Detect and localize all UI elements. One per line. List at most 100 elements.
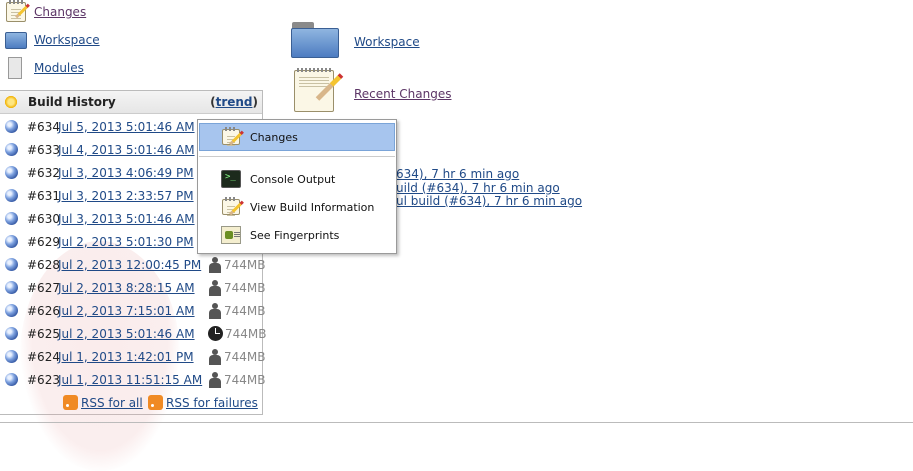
build-row: #627 Jul 2, 2013 8:28:15 AM 744MB bbox=[0, 276, 266, 299]
menu-item-changes[interactable]: Changes bbox=[199, 123, 395, 151]
build-date-link[interactable]: Jul 2, 2013 5:01:46 AM bbox=[58, 327, 195, 341]
terminal-icon bbox=[220, 169, 242, 189]
build-number: #634 bbox=[27, 119, 60, 134]
fingerprint-icon bbox=[220, 225, 242, 245]
build-row: #626 Jul 2, 2013 7:15:01 AM 744MB bbox=[0, 299, 266, 322]
build-number: #630 bbox=[27, 211, 60, 226]
footer-divider bbox=[0, 422, 913, 423]
blue-ball-status-icon bbox=[5, 166, 18, 179]
build-size: 744MB bbox=[224, 349, 266, 364]
build-trailer: 744MB bbox=[208, 256, 266, 273]
task-changes[interactable]: Changes bbox=[4, 0, 86, 24]
build-history-header: Build History (trend) bbox=[0, 91, 262, 114]
blue-ball-status-icon bbox=[5, 258, 18, 271]
menu-item-changes-label: Changes bbox=[250, 130, 298, 144]
rss-all-link[interactable]: RSS for all bbox=[63, 395, 143, 410]
menu-item-see-fingerprints[interactable]: See Fingerprints bbox=[199, 221, 395, 249]
workspace-folder-icon[interactable] bbox=[290, 16, 340, 64]
build-number: #632 bbox=[27, 165, 60, 180]
build-date-link[interactable]: Jul 2, 2013 5:01:30 PM bbox=[58, 235, 194, 249]
build-size: 744MB bbox=[224, 303, 266, 318]
build-trailer: 744MB bbox=[208, 371, 266, 388]
build-number: #625 bbox=[27, 326, 60, 341]
task-workspace-label[interactable]: Workspace bbox=[34, 33, 100, 47]
blue-ball-status-icon bbox=[5, 235, 18, 248]
build-date-link[interactable]: Jul 3, 2013 4:06:49 PM bbox=[58, 166, 194, 180]
build-trailer: 744MB bbox=[208, 348, 266, 365]
rss-icon bbox=[148, 395, 163, 410]
permalink-last-build[interactable]: 634), 7 hr 6 min ago bbox=[396, 167, 519, 181]
build-trailer: 744MB bbox=[208, 279, 266, 296]
blue-ball-status-icon bbox=[5, 327, 18, 340]
build-number: #623 bbox=[27, 372, 60, 387]
build-date-link[interactable]: Jul 1, 2013 11:51:15 AM bbox=[58, 373, 202, 387]
menu-item-see-fingerprints-label: See Fingerprints bbox=[250, 228, 340, 242]
user-icon bbox=[208, 256, 222, 273]
build-date-link[interactable]: Jul 1, 2013 1:42:01 PM bbox=[58, 350, 194, 364]
blue-ball-status-icon bbox=[5, 189, 18, 202]
sun-icon bbox=[4, 95, 18, 109]
build-date-link[interactable]: Jul 4, 2013 5:01:46 AM bbox=[58, 143, 195, 157]
build-number: #631 bbox=[27, 188, 60, 203]
build-row: #624 Jul 1, 2013 1:42:01 PM 744MB bbox=[0, 345, 266, 368]
build-size: 744MB bbox=[225, 326, 267, 341]
main-workspace-link[interactable]: Workspace bbox=[354, 35, 420, 49]
recent-changes-notepad-icon[interactable] bbox=[290, 66, 344, 114]
build-date-link[interactable]: Jul 5, 2013 5:01:46 AM bbox=[58, 120, 195, 134]
rss-icon bbox=[63, 395, 78, 410]
user-icon bbox=[208, 371, 222, 388]
build-size: 744MB bbox=[224, 257, 266, 272]
blue-ball-status-icon bbox=[5, 120, 18, 133]
build-date-link[interactable]: Jul 2, 2013 8:28:15 AM bbox=[58, 281, 195, 295]
blue-ball-status-icon bbox=[5, 304, 18, 317]
build-row: #625 Jul 2, 2013 5:01:46 AM 744MB bbox=[0, 322, 267, 345]
build-date-link[interactable]: Jul 2, 2013 12:00:45 PM bbox=[58, 258, 201, 272]
build-date-link[interactable]: Jul 3, 2013 5:01:46 AM bbox=[58, 212, 195, 226]
notepad-icon bbox=[4, 0, 30, 24]
trend-link-wrapper: (trend) bbox=[210, 95, 258, 109]
build-date-link[interactable]: Jul 2, 2013 7:15:01 AM bbox=[58, 304, 195, 318]
build-row: #623 Jul 1, 2013 11:51:15 AM 744MB bbox=[0, 368, 266, 391]
menu-separator bbox=[199, 156, 395, 157]
task-modules[interactable]: Modules bbox=[4, 56, 84, 80]
build-date-link[interactable]: Jul 3, 2013 2:33:57 PM bbox=[58, 189, 194, 203]
rss-failures-link[interactable]: RSS for failures bbox=[148, 395, 258, 410]
menu-item-console-output-label: Console Output bbox=[250, 172, 336, 186]
notepad-icon bbox=[220, 197, 244, 217]
permalink-last-successful-build[interactable]: ul build (#634), 7 hr 6 min ago bbox=[396, 194, 582, 208]
build-history-title: Build History bbox=[28, 95, 116, 109]
build-number: #627 bbox=[27, 280, 60, 295]
user-icon bbox=[208, 279, 222, 296]
build-number: #633 bbox=[27, 142, 60, 157]
blue-ball-status-icon bbox=[5, 350, 18, 363]
build-size: 744MB bbox=[224, 372, 266, 387]
user-icon bbox=[208, 348, 222, 365]
blue-ball-status-icon bbox=[5, 373, 18, 386]
menu-item-view-build-information-label: View Build Information bbox=[250, 200, 375, 214]
clock-icon bbox=[208, 326, 223, 341]
recent-changes-link[interactable]: Recent Changes bbox=[354, 87, 451, 101]
trend-link[interactable]: trend bbox=[216, 95, 253, 109]
user-icon bbox=[208, 302, 222, 319]
blue-ball-status-icon bbox=[5, 143, 18, 156]
blue-ball-status-icon bbox=[5, 212, 18, 225]
build-size: 744MB bbox=[224, 280, 266, 295]
blue-ball-status-icon bbox=[5, 281, 18, 294]
task-workspace[interactable]: Workspace bbox=[4, 28, 100, 52]
page-icon bbox=[4, 56, 28, 80]
build-number: #624 bbox=[27, 349, 60, 364]
task-changes-label[interactable]: Changes bbox=[34, 5, 86, 19]
notepad-icon bbox=[220, 127, 244, 147]
folder-icon bbox=[4, 28, 28, 52]
build-trailer: 744MB bbox=[208, 302, 266, 319]
build-number: #626 bbox=[27, 303, 60, 318]
rss-all-label[interactable]: RSS for all bbox=[81, 396, 143, 410]
build-row: #628 Jul 2, 2013 12:00:45 PM 744MB bbox=[0, 253, 266, 276]
rss-failures-label[interactable]: RSS for failures bbox=[166, 396, 258, 410]
build-trailer: 744MB bbox=[208, 326, 267, 341]
menu-item-view-build-information[interactable]: View Build Information bbox=[199, 193, 395, 221]
task-modules-label[interactable]: Modules bbox=[34, 61, 84, 75]
menu-item-console-output[interactable]: Console Output bbox=[199, 165, 395, 193]
permalink-last-stable-build[interactable]: uild (#634), 7 hr 6 min ago bbox=[396, 181, 560, 195]
build-number: #628 bbox=[27, 257, 60, 272]
